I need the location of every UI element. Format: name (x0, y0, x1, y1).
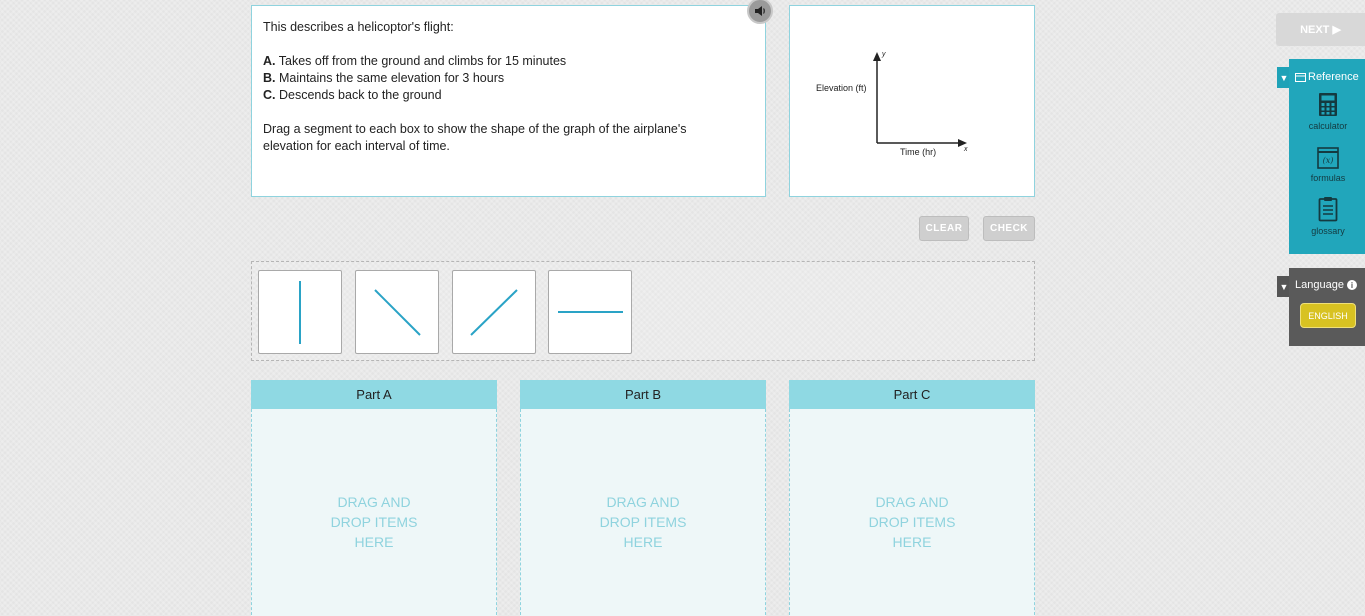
glossary-tool[interactable]: glossary (1289, 196, 1365, 236)
horizontal-segment-tile[interactable] (548, 270, 632, 354)
decreasing-segment-tile[interactable] (355, 270, 439, 354)
part-b-drop-zone[interactable]: DRAG AND DROP ITEMS HERE (520, 409, 766, 616)
formulas-icon: (x) (1317, 147, 1339, 169)
vertical-segment-tile[interactable] (258, 270, 342, 354)
question-intro: This describes a helicoptor's flight: (263, 20, 454, 34)
part-b: Part B DRAG AND DROP ITEMS HERE (520, 380, 766, 616)
question-instruction-line1: Drag a segment to each box to show the s… (263, 122, 687, 136)
reference-title: Reference (1308, 71, 1359, 83)
english-language-button[interactable]: ENGLISH (1300, 303, 1356, 328)
part-a: Part A DRAG AND DROP ITEMS HERE (251, 380, 497, 616)
drop-placeholder: DRAG AND DROP ITEMS HERE (868, 494, 956, 550)
part-b-title: Part B (520, 380, 766, 409)
drop-placeholder: DRAG AND DROP ITEMS HERE (330, 494, 418, 550)
question-item-a: A. Takes off from the ground and climbs … (263, 54, 567, 68)
x-axis-label: Time (hr) (900, 147, 936, 157)
triangle-down-icon: ▼ (1279, 72, 1289, 83)
graph-panel: y x Elevation (ft) Time (hr) (789, 5, 1035, 197)
part-c: Part C DRAG AND DROP ITEMS HERE (789, 380, 1035, 616)
y-axis-letter: y (881, 51, 886, 58)
formulas-tool[interactable]: (x) formulas (1289, 147, 1365, 183)
formulas-label: formulas (1310, 173, 1346, 183)
question-item-b: B. Maintains the same elevation for 3 ho… (263, 71, 505, 85)
part-a-title: Part A (251, 380, 497, 409)
reference-header[interactable]: Reference (1295, 71, 1359, 83)
calculator-label: calculator (1308, 121, 1348, 131)
svg-text:(x): (x) (1323, 156, 1334, 165)
triangle-down-icon: ▼ (1279, 281, 1289, 292)
question-instruction-line2: elevation for each interval of time. (263, 139, 450, 153)
language-header: Language i (1295, 279, 1357, 291)
vertical-segment-icon (299, 281, 301, 344)
x-axis-letter: x (963, 146, 968, 153)
question-item-c: C. Descends back to the ground (263, 88, 442, 102)
y-axis-arrow (873, 52, 881, 61)
part-c-title: Part C (789, 380, 1035, 409)
part-c-drop-zone[interactable]: DRAG AND DROP ITEMS HERE (789, 409, 1035, 616)
question-panel: This describes a helicoptor's flight: A.… (251, 5, 766, 197)
language-title: Language (1295, 279, 1344, 291)
y-axis-label: Elevation (ft) (816, 83, 867, 93)
axes-graph: y x Elevation (ft) Time (hr) (816, 51, 968, 157)
part-a-drop-zone[interactable]: DRAG AND DROP ITEMS HERE (251, 409, 497, 616)
language-panel: Language i ENGLISH (1289, 268, 1365, 346)
increasing-segment-icon (470, 289, 518, 336)
clipboard-icon (1318, 197, 1338, 222)
info-icon[interactable]: i (1346, 280, 1357, 290)
segment-source-area (251, 261, 1035, 361)
calculator-icon (1319, 93, 1337, 116)
decreasing-segment-icon (374, 289, 421, 336)
calculator-tool[interactable]: calculator (1289, 92, 1365, 131)
drop-placeholder: DRAG AND DROP ITEMS HERE (599, 494, 687, 550)
glossary-label: glossary (1311, 226, 1345, 236)
speaker-icon (755, 6, 765, 16)
check-button[interactable]: CHECK (983, 216, 1035, 241)
horizontal-segment-icon (558, 311, 623, 313)
next-button[interactable]: NEXT ▶ (1276, 13, 1365, 46)
book-icon (1295, 72, 1306, 82)
clear-button[interactable]: CLEAR (919, 216, 969, 241)
increasing-segment-tile[interactable] (452, 270, 536, 354)
audio-button[interactable] (747, 0, 773, 24)
reference-panel: Reference calculator (x) formulas glossa… (1289, 59, 1365, 254)
